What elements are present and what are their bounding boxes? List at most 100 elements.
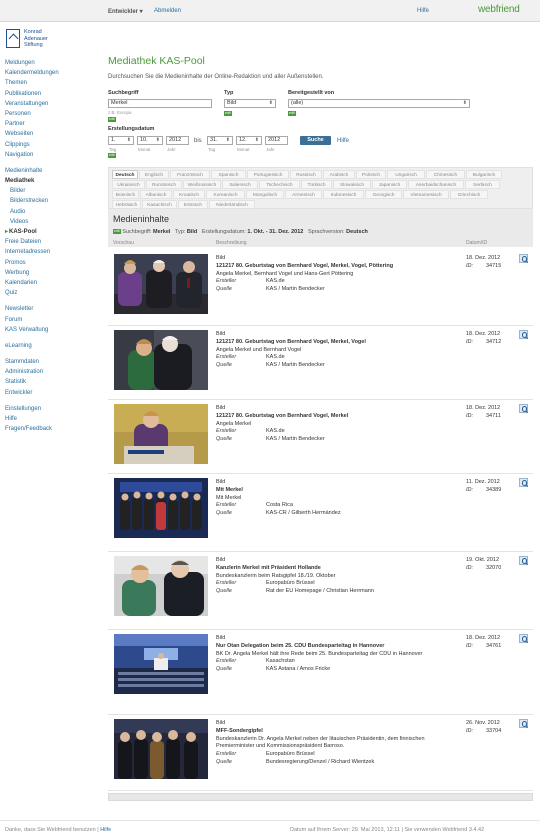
from-day-select[interactable]: 1.: [108, 136, 134, 145]
sidebar-item-elearning[interactable]: eLearning: [5, 341, 100, 351]
sidebar-item-kalendarien[interactable]: Kalendarien: [5, 278, 100, 288]
language-tab[interactable]: Kroatisch: [173, 190, 205, 199]
media-title[interactable]: MFF-Sondergipfel: [216, 728, 461, 736]
language-tab[interactable]: Niederländisch: [209, 200, 255, 209]
language-tab[interactable]: Mongolisch: [246, 190, 284, 199]
table-row[interactable]: Bild Nur Otan Delegation beim 25. CDU Bu…: [108, 630, 533, 715]
sidebar-item-werbung[interactable]: Werbung: [5, 268, 100, 278]
sidebar-item-themen[interactable]: Themen: [5, 78, 100, 88]
sidebar-item-veranstaltungen[interactable]: Veranstaltungen: [5, 99, 100, 109]
sidebar-item-statistik[interactable]: Statistik: [5, 377, 100, 387]
sidebar-item-bilderstrecken[interactable]: Bilderstrecken: [5, 196, 100, 206]
media-title[interactable]: 121217 80. Geburtstag von Bernhard Vogel…: [216, 413, 461, 421]
language-tab[interactable]: Armenisch: [285, 190, 322, 199]
language-tab[interactable]: Arabisch: [323, 170, 355, 179]
language-tab[interactable]: Italienisch: [222, 180, 258, 189]
from-month-select[interactable]: 10.: [137, 136, 163, 145]
filter-edit-tag[interactable]: edit: [113, 229, 121, 234]
media-title[interactable]: 121217 80. Geburtstag von Bernhard Vogel…: [216, 263, 461, 271]
zoom-icon[interactable]: [519, 719, 528, 728]
to-day-select[interactable]: 31.: [207, 136, 233, 145]
language-tab[interactable]: Rumänisch: [146, 180, 182, 189]
sidebar-item-personen[interactable]: Personen: [5, 109, 100, 119]
sidebar-item-kas-verwaltung[interactable]: KAS Verwaltung: [5, 325, 100, 335]
footer-help-link[interactable]: Hilfe: [100, 827, 111, 833]
sidebar-item-quiz[interactable]: Quiz: [5, 288, 100, 298]
search-help-link[interactable]: Hilfe: [337, 138, 349, 144]
sidebar-item-audio[interactable]: Audio: [5, 207, 100, 217]
preview-thumbnail[interactable]: [114, 254, 208, 314]
sidebar-item-einstellungen[interactable]: Einstellungen: [5, 404, 100, 414]
table-row[interactable]: Bild MFF-Sondergipfel Bundeskanzlerin Dr…: [108, 715, 533, 791]
language-tab[interactable]: Bosnisch: [112, 190, 139, 199]
sidebar-item-forum[interactable]: Forum: [5, 315, 100, 325]
language-tab[interactable]: Ukrainisch: [112, 180, 145, 189]
language-tab[interactable]: Serbisch: [465, 180, 500, 189]
language-tab[interactable]: Portugiesisch: [247, 170, 289, 179]
help-link-top[interactable]: Hilfe: [417, 8, 429, 14]
sidebar-item-webseiten[interactable]: Webseiten: [5, 129, 100, 139]
language-tab[interactable]: Georgisch: [365, 190, 402, 199]
language-tab[interactable]: Japanisch: [372, 180, 407, 189]
search-button[interactable]: Suche: [300, 136, 331, 145]
sidebar-item-publikationen[interactable]: Publikationen: [5, 89, 100, 99]
media-title[interactable]: Mit Merkel: [216, 487, 461, 495]
sidebar-item-hilfe[interactable]: Hilfe: [5, 414, 100, 424]
type-select[interactable]: Bild: [224, 99, 276, 108]
language-tab[interactable]: Aserbaidschanisch: [408, 180, 464, 189]
language-tab[interactable]: Koreanisch: [206, 190, 245, 199]
language-tab[interactable]: Englisch: [139, 170, 169, 179]
table-row[interactable]: Bild Mit Merkel Mit Merkel Ersteller Cost…: [108, 474, 533, 552]
sidebar-item-administration[interactable]: Administration: [5, 367, 100, 377]
sidebar-item-fragen-feedback[interactable]: Fragen/Feedback: [5, 424, 100, 434]
table-row[interactable]: Bild Kanzlerin Merkel mit Präsident Holl…: [108, 552, 533, 630]
language-tab[interactable]: Spanisch: [211, 170, 246, 179]
table-row[interactable]: Bild 121217 80. Geburtstag von Bernhard …: [108, 250, 533, 326]
sidebar-item-kalendermeldungen[interactable]: Kalendermeldungen: [5, 68, 100, 78]
language-tab[interactable]: Griechisch: [450, 190, 488, 199]
sidebar-item-meldungen[interactable]: Meldungen: [5, 58, 100, 68]
language-tab[interactable]: Vietnamesisch: [403, 190, 449, 199]
sidebar-item-clippings[interactable]: Clippings: [5, 140, 100, 150]
language-tab[interactable]: Bulgarisch: [466, 170, 502, 179]
from-year-input[interactable]: 2012: [166, 136, 189, 145]
logout-link[interactable]: Abmelden: [154, 8, 181, 14]
zoom-icon[interactable]: [519, 404, 528, 413]
sidebar-item-internetadressen[interactable]: Internetadressen: [5, 247, 100, 257]
sidebar-item-navigation[interactable]: Navigation: [5, 150, 100, 160]
sidebar-item-kas-pool[interactable]: KAS-Pool: [5, 227, 100, 237]
language-tab[interactable]: Russisch: [290, 170, 322, 179]
sidebar-item-mediathek[interactable]: Mediathek: [5, 176, 100, 186]
zoom-icon[interactable]: [519, 634, 528, 643]
language-tab[interactable]: Polnisch: [356, 170, 386, 179]
language-tab[interactable]: Französisch: [170, 170, 210, 179]
language-tab[interactable]: Estnisch: [178, 200, 208, 209]
language-tab[interactable]: Albanisch: [140, 190, 172, 199]
table-row[interactable]: Bild 121217 80. Geburtstag von Bernhard …: [108, 326, 533, 400]
preview-thumbnail[interactable]: [114, 634, 208, 694]
zoom-icon[interactable]: [519, 556, 528, 565]
language-tab[interactable]: Hebräisch: [112, 200, 141, 209]
language-tab[interactable]: Slowakisch: [333, 180, 371, 189]
to-year-input[interactable]: 2012: [265, 136, 288, 145]
sidebar-item-bilder[interactable]: Bilder: [5, 186, 100, 196]
provider-select[interactable]: (alle): [288, 99, 470, 108]
sidebar-item-entwickler[interactable]: Entwickler: [5, 388, 100, 398]
language-tab[interactable]: Tschechisch: [259, 180, 300, 189]
language-tab[interactable]: Ungarisch: [387, 170, 425, 179]
language-tab[interactable]: Indonesisch: [323, 190, 364, 199]
language-tab[interactable]: Türkisch: [301, 180, 332, 189]
sidebar-item-stammdaten[interactable]: Stammdaten: [5, 357, 100, 367]
sidebar-item-partner[interactable]: Partner: [5, 119, 100, 129]
zoom-icon[interactable]: [519, 254, 528, 263]
media-title[interactable]: Nur Otan Delegation beim 25. CDU Bundesp…: [216, 643, 461, 651]
media-title[interactable]: 121217 80. Geburtstag von Bernhard Vogel…: [216, 339, 461, 347]
language-tab[interactable]: Weißrussisch: [183, 180, 221, 189]
preview-thumbnail[interactable]: [114, 556, 208, 616]
sidebar-item-newsletter[interactable]: Newsletter: [5, 304, 100, 314]
preview-thumbnail[interactable]: [114, 478, 208, 538]
sidebar-item-freie-dateien[interactable]: Freie Dateien: [5, 237, 100, 247]
to-month-select[interactable]: 12.: [236, 136, 262, 145]
zoom-icon[interactable]: [519, 478, 528, 487]
preview-thumbnail[interactable]: [114, 719, 208, 779]
